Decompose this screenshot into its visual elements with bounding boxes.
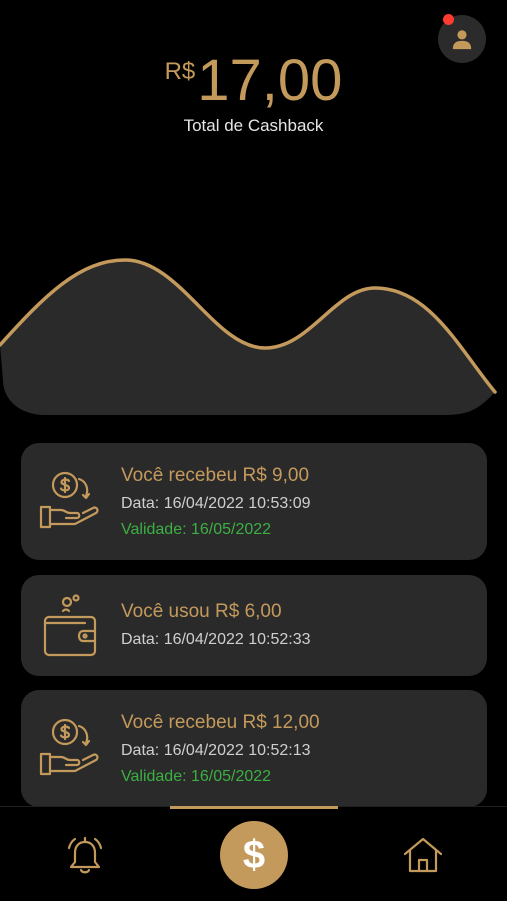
transaction-title: Você recebeu R$ 12,00 [121, 712, 320, 733]
transaction-date: Data: 16/04/2022 10:53:09 [121, 495, 311, 512]
cashback-wave-graphic [0, 258, 497, 415]
cashback-tab-button[interactable]: $ [220, 821, 288, 889]
cashback-received-icon [39, 718, 99, 776]
balance-label: Total de Cashback [183, 116, 324, 135]
transaction-title: Você usou R$ 6,00 [121, 601, 282, 622]
transaction-validity: Validade: 16/05/2022 [121, 768, 272, 785]
cashback-balance: R$17,00 [0, 52, 507, 110]
transaction-card[interactable]: Você recebeu R$ 12,00 Data: 16/04/2022 1… [21, 690, 487, 807]
wallet-icon [43, 594, 97, 657]
bell-icon[interactable] [64, 834, 106, 876]
balance-amount: 17,00 [197, 48, 343, 113]
active-tab-indicator [170, 806, 338, 809]
transaction-validity: Validade: 16/05/2022 [121, 521, 272, 538]
notification-badge [443, 14, 454, 25]
user-icon [452, 30, 472, 50]
transaction-title: Você recebeu R$ 9,00 [121, 465, 310, 486]
dollar-icon: $ [242, 832, 266, 877]
balance-currency: R$ [164, 58, 196, 85]
transaction-date: Data: 16/04/2022 10:52:13 [121, 742, 311, 759]
transaction-card[interactable]: Você recebeu R$ 9,00 Data: 16/04/2022 10… [21, 443, 487, 560]
home-icon[interactable] [402, 834, 444, 876]
transaction-card[interactable]: Você usou R$ 6,00 Data: 16/04/2022 10:52… [21, 575, 487, 676]
cashback-received-icon [39, 471, 99, 529]
transaction-date: Data: 16/04/2022 10:52:33 [121, 631, 311, 648]
wave-fill [0, 260, 495, 415]
